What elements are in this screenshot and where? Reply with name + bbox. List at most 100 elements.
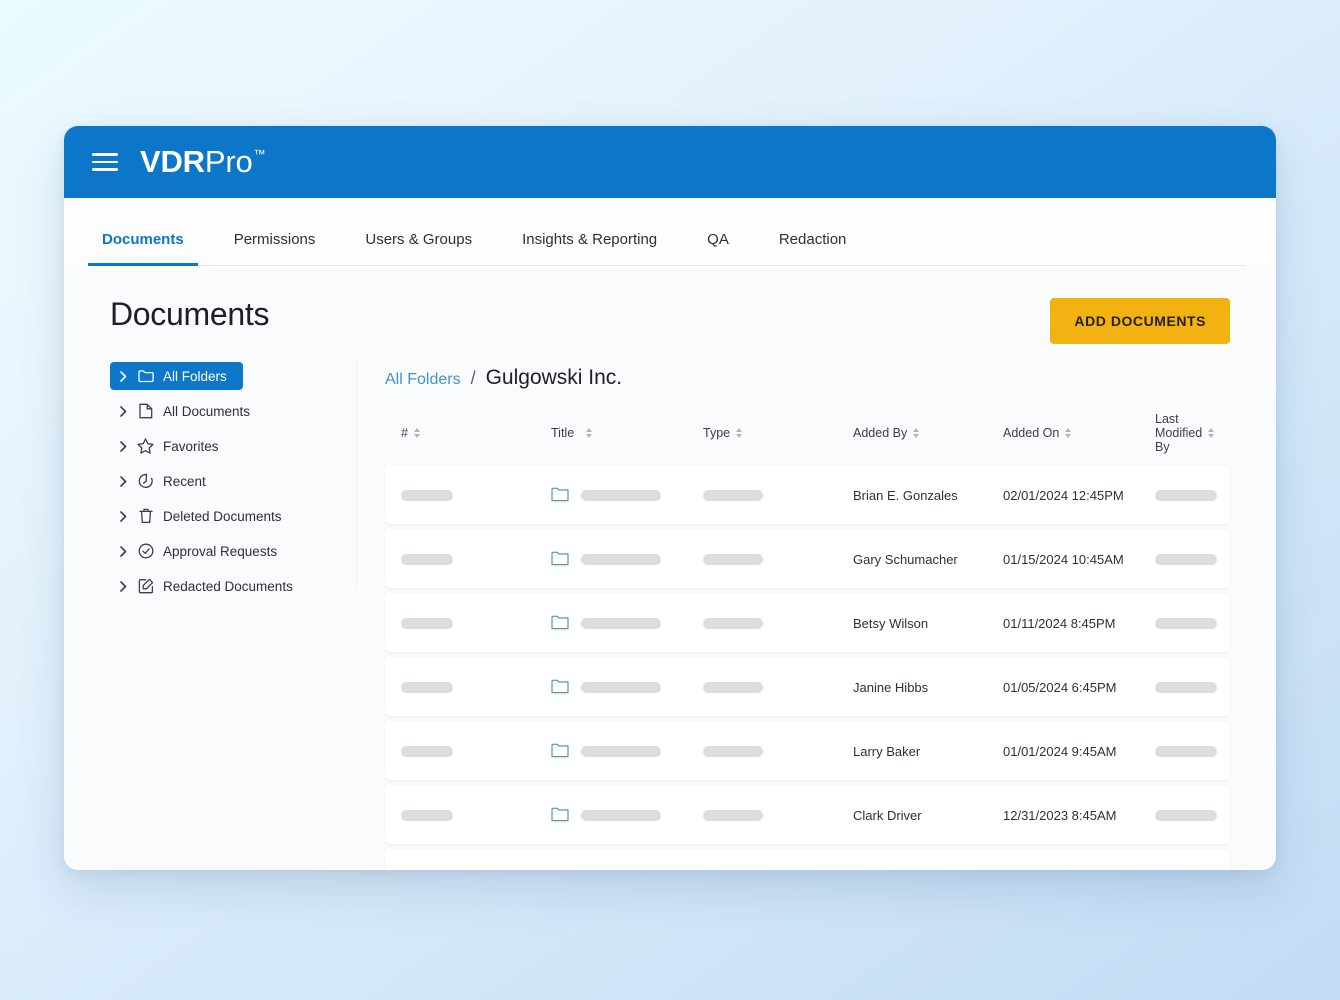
main-tabs: Documents Permissions Users & Groups Ins… [64,198,1276,266]
sidebar-item-favorites[interactable]: Favorites [110,432,227,460]
placeholder-bar [1155,682,1217,693]
folder-icon [551,486,569,504]
app-header: VDRPro™ [64,126,1276,198]
body-split: All Folders All Documents [64,358,1276,870]
placeholder-bar [581,682,661,693]
sort-icon [586,428,592,438]
star-icon [137,438,154,455]
cell-added-on: 12/31/2023 8:45AM [1003,808,1155,823]
add-documents-button[interactable]: ADD DOCUMENTS [1050,298,1230,344]
placeholder-bar [703,554,763,565]
table-row[interactable]: Gilbert Clarke 12/21/2023 9:45PM [385,850,1230,870]
cell-number [401,490,551,501]
placeholder-bar [703,618,763,629]
placeholder-bar [1155,554,1217,565]
folder-icon [551,742,569,760]
cell-number [401,810,551,821]
placeholder-bar [581,618,661,629]
column-header-type[interactable]: Type [703,426,853,440]
sort-icon [1208,428,1214,438]
cell-added-on: 01/01/2024 9:45AM [1003,744,1155,759]
column-header-title[interactable]: Title [551,426,703,440]
tab-label: Redaction [779,231,847,248]
cell-last-modified-by [1155,746,1217,757]
breadcrumb-current: Gulgowski Inc. [486,366,623,390]
cell-title [551,550,703,568]
sidebar-item-label: Favorites [163,439,219,454]
table-row[interactable]: Brian E. Gonzales 02/01/2024 12:45PM [385,466,1230,524]
table-row[interactable]: Janine Hibbs 01/05/2024 6:45PM [385,658,1230,716]
placeholder-bar [1155,618,1217,629]
app-window: VDRPro™ Documents Permissions Users & Gr… [64,126,1276,870]
folder-icon [551,678,569,696]
table-row[interactable]: Clark Driver 12/31/2023 8:45AM [385,786,1230,844]
table-row[interactable]: Gary Schumacher 01/15/2024 10:45AM [385,530,1230,588]
tab-qa[interactable]: QA [693,231,743,266]
breadcrumb-separator: / [471,368,476,389]
placeholder-bar [401,746,453,757]
trash-icon [137,508,154,525]
edit-square-icon [137,578,154,595]
sidebar-item-label: Recent [163,474,206,489]
tab-users-groups[interactable]: Users & Groups [351,231,486,266]
tab-label: Insights & Reporting [522,231,657,248]
folder-icon [551,614,569,632]
cell-added-by: Clark Driver [853,808,1003,823]
sort-icon [1065,428,1071,438]
column-header-added-by[interactable]: Added By [853,426,1003,440]
page-title: Documents [110,296,269,333]
cell-number [401,618,551,629]
sidebar-item-all-folders[interactable]: All Folders [110,362,243,390]
cell-last-modified-by [1155,618,1217,629]
brand-name-secondary: Pro [205,144,253,180]
sort-icon [736,428,742,438]
placeholder-bar [401,490,453,501]
chevron-right-icon [118,476,128,487]
sidebar-item-label: All Documents [163,404,250,419]
column-header-label: # [401,426,408,440]
folder-icon [137,368,154,385]
sidebar-item-label: Deleted Documents [163,509,282,524]
sidebar-item-approval-requests[interactable]: Approval Requests [110,537,285,565]
placeholder-bar [581,810,661,821]
table-header-row: # Title Type Added By [385,412,1230,466]
placeholder-bar [703,810,763,821]
hamburger-icon[interactable] [92,153,118,171]
tab-insights-reporting[interactable]: Insights & Reporting [508,231,671,266]
table-row[interactable]: Betsy Wilson 01/11/2024 8:45PM [385,594,1230,652]
sidebar-item-all-documents[interactable]: All Documents [110,397,258,425]
placeholder-bar [581,490,661,501]
sidebar-item-redacted-documents[interactable]: Redacted Documents [110,572,301,600]
brand-name-primary: VDR [140,144,205,180]
sidebar-item-deleted-documents[interactable]: Deleted Documents [110,502,290,530]
folder-sidebar: All Folders All Documents [110,358,357,588]
tab-redaction[interactable]: Redaction [765,231,861,266]
cell-last-modified-by [1155,682,1217,693]
documents-panel: All Folders / Gulgowski Inc. # Title [357,358,1276,870]
table-row[interactable]: Larry Baker 01/01/2024 9:45AM [385,722,1230,780]
column-header-number[interactable]: # [401,426,551,440]
column-header-last-modified-by[interactable]: Last Modified By [1155,412,1214,454]
page-header: Documents ADD DOCUMENTS [64,266,1276,344]
tab-label: Documents [102,231,184,248]
placeholder-bar [401,810,453,821]
tab-documents[interactable]: Documents [88,231,198,266]
cell-last-modified-by [1155,490,1217,501]
cell-title [551,806,703,824]
tab-permissions[interactable]: Permissions [220,231,330,266]
tab-label: Permissions [234,231,316,248]
chevron-right-icon [118,371,128,382]
chevron-right-icon [118,511,128,522]
breadcrumb-link-all-folders[interactable]: All Folders [385,371,461,389]
placeholder-bar [1155,810,1217,821]
cell-title [551,678,703,696]
cell-type [703,682,853,693]
cell-added-by: Larry Baker [853,744,1003,759]
cell-number [401,746,551,757]
placeholder-bar [581,746,661,757]
sidebar-item-recent[interactable]: Recent [110,467,214,495]
chevron-right-icon [118,546,128,557]
placeholder-bar [401,682,453,693]
column-header-added-on[interactable]: Added On [1003,426,1155,440]
column-header-label: Added By [853,426,907,440]
